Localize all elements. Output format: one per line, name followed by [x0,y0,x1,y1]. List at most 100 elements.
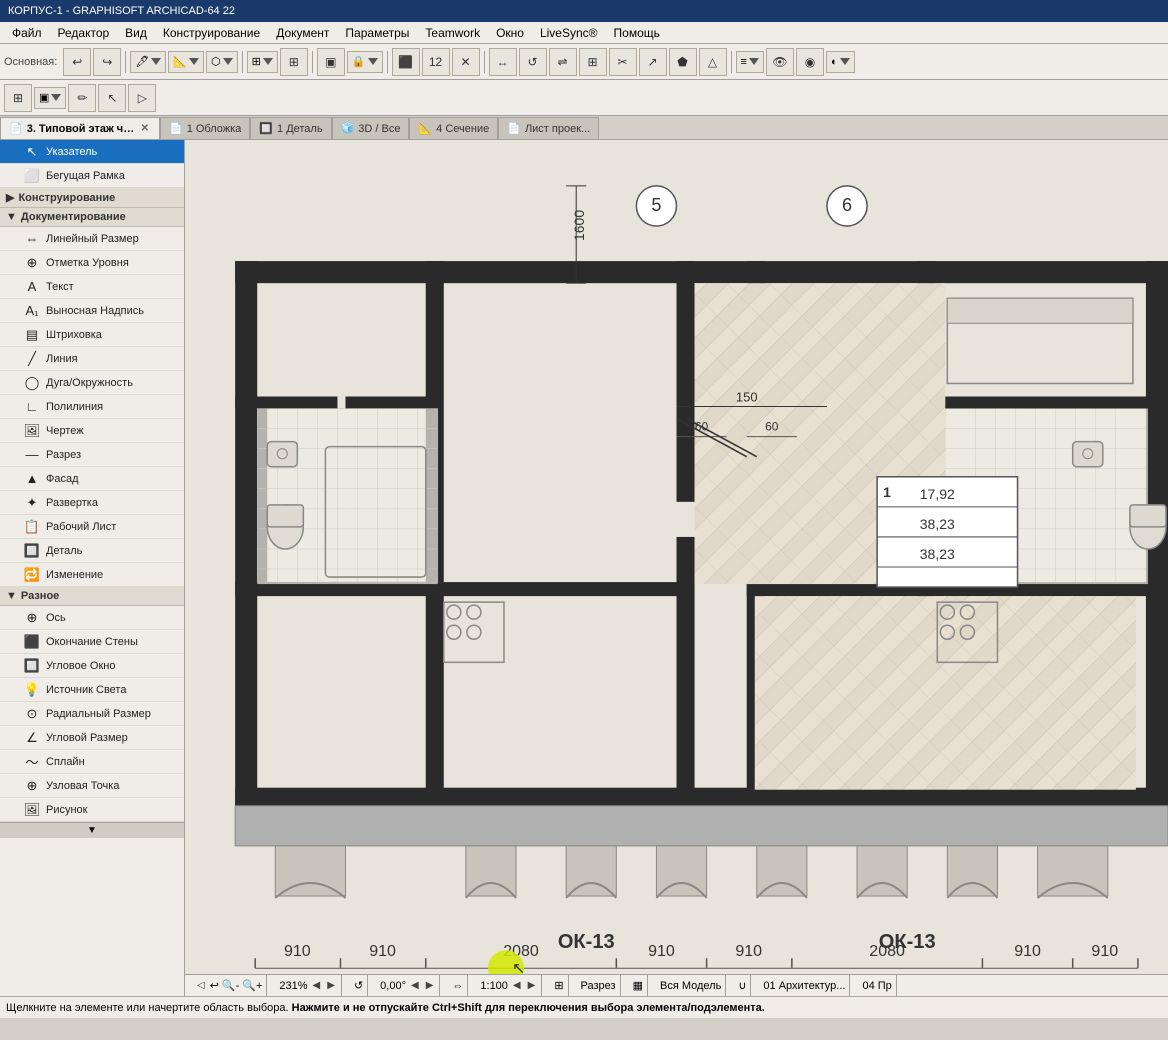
render-btn[interactable]: ◉ [796,48,824,76]
nav-prev[interactable]: ◁ [195,980,207,991]
sidebar-item-axis[interactable]: ⊕Ось [0,606,184,630]
sidebar-item-running-frame[interactable]: ⬜Бегущая Рамка [0,164,184,188]
tab-tab4[interactable]: 🧊3D / Все [332,117,410,139]
undo-btn[interactable]: ↩ [63,48,91,76]
sidebar-item-angle-size[interactable]: ∠Угловой Размер [0,726,184,750]
redo-btn[interactable]: ↪ [93,48,121,76]
menu-item-[interactable]: Редактор [50,24,118,42]
render-settings[interactable]: ◐ [826,51,855,73]
select-area[interactable]: ▣ [34,87,66,109]
sidebar-item-light-source[interactable]: 💡Источник Света [0,678,184,702]
sidebar-item-pointer[interactable]: ↖Указатель [0,140,184,164]
tab-label: 3. Типовой этаж четн... [27,123,135,135]
menu-item-[interactable]: Вид [117,24,155,42]
sidebar-item-arc[interactable]: ◯Дуга/Окружность [0,371,184,395]
shape-tool[interactable]: ⬡ [206,51,238,73]
sidebar-item-linear-size[interactable]: ⇔Линейный Размер [0,227,184,251]
offset-btn[interactable]: ⊞ [579,48,607,76]
zoom-prev[interactable]: ◀ [311,980,323,991]
sidebar-item-change[interactable]: 🔁Изменение [0,563,184,587]
sidebar-item-radial-size[interactable]: ⊙Радиальный Размер [0,702,184,726]
sidebar-item-line[interactable]: ╱Линия [0,347,184,371]
arrow-tool[interactable]: 🖊 [130,51,166,73]
sidebar-item-corner-window[interactable]: 🔲Угловое Окно [0,654,184,678]
svg-text:38,23: 38,23 [920,546,955,562]
cursor-btn[interactable]: ⊞ [4,84,32,112]
menu-item-[interactable]: Помощь [606,24,668,42]
tab-tab6[interactable]: 📄Лист проек... [498,117,599,139]
sidebar-item-workbook[interactable]: 📋Рабочий Лист [0,515,184,539]
menu-item-[interactable]: Конструирование [155,24,268,42]
sidebar-icon-line: ╱ [24,351,40,367]
rotate-btn[interactable]: ↺ [519,48,547,76]
grid-icon-status: ▦ [629,975,648,996]
sidebar-item-spline[interactable]: 〜Сплайн [0,750,184,774]
sidebar-item-node-point[interactable]: ⊕Узловая Точка [0,774,184,798]
sidebar-item-facade[interactable]: ▲Фасад [0,467,184,491]
sidebar-item-callout[interactable]: A₁Выносная Надпись [0,299,184,323]
zoom-out-btn[interactable]: 🔍- [222,979,239,992]
undo-icon[interactable]: ↩ [210,979,219,992]
grid-btn[interactable]: ⊞ [280,48,308,76]
mirror-btn[interactable]: ⇌ [549,48,577,76]
title-text: КОРПУС-1 - GRAPHISOFT ARCHICAD-64 22 [8,5,235,17]
canvas: 5 6 1600 150 60 60 [185,140,1168,974]
menu-item-[interactable]: Файл [4,24,50,42]
show-all-btn[interactable]: 👁 [766,48,794,76]
sidebar-item-drawing2[interactable]: 🖼Рисунок [0,798,184,822]
sidebar-item-hatch[interactable]: ▤Штриховка [0,323,184,347]
sidebar-category-documentation[interactable]: ▼Документирование [0,208,184,227]
menu-item-livesync[interactable]: LiveSync® [532,24,606,42]
model-view: Вся Модель [656,975,726,996]
sidebar-icon-linear-size: ⇔ [24,231,40,247]
nav-buttons[interactable]: ◁ ↩ 🔍- 🔍+ [191,975,267,996]
sidebar-item-detail[interactable]: 🔲Деталь [0,539,184,563]
tab-tab2[interactable]: 📄1 Обложка [160,117,250,139]
transform-btn[interactable]: ↔ [489,48,517,76]
numbers-btn[interactable]: 12 [422,48,450,76]
scale-value[interactable]: 1:100 ◀ ▶ [476,975,542,996]
next-btn[interactable]: ▷ [128,84,156,112]
pencil-btn[interactable]: ✏ [68,84,96,112]
sidebar-item-polyline[interactable]: ∟Полилиния [0,395,184,419]
sidebar-label-change: Изменение [46,569,103,581]
msg-bold: Нажмите и не отпускайте Ctrl+Shift для п… [292,1002,765,1014]
sidebar-item-unfolding[interactable]: ✦Развертка [0,491,184,515]
tab-close-btn[interactable]: ✕ [139,123,151,134]
menu-item-[interactable]: Окно [488,24,532,42]
ruler-tool[interactable]: 📐 [168,51,204,73]
tab-label: 1 Деталь [277,123,323,135]
lock-tool[interactable]: 🔒 [347,51,383,73]
zoom-in-btn[interactable]: 🔍+ [242,979,262,992]
sidebar-scroll-down[interactable]: ▼ [0,822,184,838]
rotate-icon-status[interactable]: ↺ [350,975,368,996]
trim-btn[interactable]: ✂ [609,48,637,76]
tab-tab1[interactable]: 📄3. Типовой этаж четн...✕ [0,117,160,139]
sidebar-category-misc[interactable]: ▼Разное [0,587,184,606]
union-btn[interactable]: △ [699,48,727,76]
pointer2-btn[interactable]: ↖ [98,84,126,112]
menu-item-[interactable]: Параметры [337,24,417,42]
snap-tool[interactable]: ⊞ [247,51,278,73]
layers-dropdown[interactable]: ≡ [736,51,764,73]
sidebar-label-pointer: Указатель [46,146,97,158]
sidebar-item-wall-end[interactable]: ⬛Окончание Стены [0,630,184,654]
view3d-btn[interactable]: ⬛ [392,48,420,76]
title-bar: КОРПУС-1 - GRAPHISOFT ARCHICAD-64 22 [0,0,1168,22]
axis-btn[interactable]: ✕ [452,48,480,76]
sidebar-item-level-mark[interactable]: ⊕Отметка Уровня [0,251,184,275]
sidebar-item-section[interactable]: —Разрез [0,443,184,467]
polygon-btn[interactable]: ⬟ [669,48,697,76]
sidebar-item-text[interactable]: AТекст [0,275,184,299]
sidebar-label-section: Разрез [46,449,81,461]
zoom-level[interactable]: 231% ◀ ▶ [275,975,342,996]
extend-btn[interactable]: ↗ [639,48,667,76]
menu-item-[interactable]: Документ [268,24,337,42]
sidebar-category-construction[interactable]: ▶Конструирование [0,188,184,208]
tab-tab3[interactable]: 🔲1 Деталь [250,117,331,139]
tab-tab5[interactable]: 📐4 Сечение [409,117,498,139]
menu-item-teamwork[interactable]: Teamwork [417,24,488,42]
select-rect[interactable]: ▣ [317,48,345,76]
zoom-next[interactable]: ▶ [325,980,337,991]
sidebar-item-drawing[interactable]: 🖼Чертеж [0,419,184,443]
